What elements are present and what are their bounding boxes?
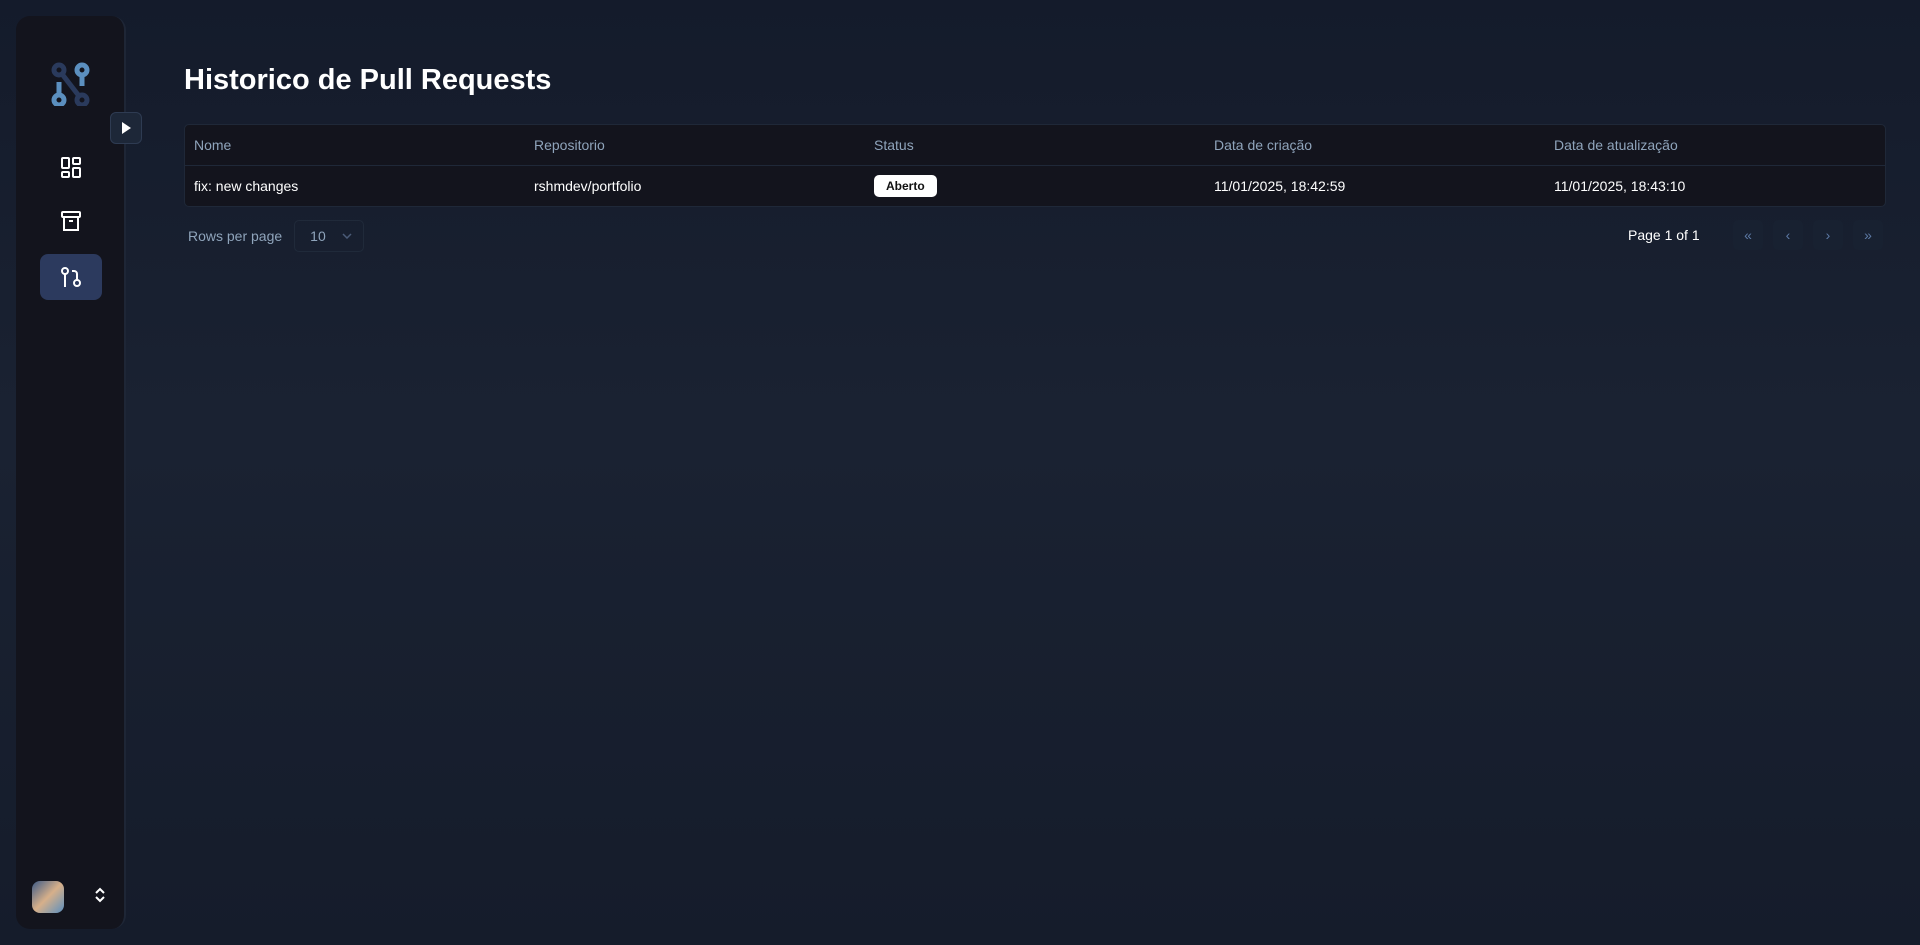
column-header: Status xyxy=(874,137,914,153)
rows-per-page-value: 10 xyxy=(310,228,326,244)
rows-per-page: Rows per page 10 xyxy=(188,220,365,252)
sidebar-toggle-button[interactable] xyxy=(110,112,142,144)
sidebar-item-dashboard[interactable] xyxy=(40,144,102,190)
page-info: Page 1 of 1 xyxy=(1628,227,1700,243)
last-page-button[interactable]: » xyxy=(1853,220,1883,250)
rows-per-page-label: Rows per page xyxy=(188,228,283,244)
play-icon xyxy=(122,122,131,134)
column-header: Data de atualização xyxy=(1554,137,1678,153)
pr-repository: rshmdev/portfolio xyxy=(534,178,642,194)
table-row[interactable]: fix: new changes rshmdev/portfolio Abert… xyxy=(185,166,1885,206)
previous-page-button[interactable]: ‹ xyxy=(1773,220,1803,250)
column-header: Nome xyxy=(194,137,232,153)
status-badge: Aberto xyxy=(874,175,937,197)
table-header: Nome Repositorio Status Data de criação … xyxy=(185,125,1885,166)
chevron-down-icon xyxy=(342,233,352,239)
user-menu-chevrons-icon[interactable] xyxy=(94,886,106,909)
logo-icon xyxy=(50,62,92,111)
user-avatar[interactable] xyxy=(32,881,64,913)
column-header: Repositorio xyxy=(534,137,605,153)
pr-name: fix: new changes xyxy=(194,178,299,194)
dashboard-icon xyxy=(61,157,81,178)
archive-icon xyxy=(61,211,81,231)
sidebar-item-pull-requests[interactable] xyxy=(40,254,102,300)
pull-requests-table: Nome Repositorio Status Data de criação … xyxy=(184,124,1886,207)
column-header: Data de criação xyxy=(1214,137,1313,153)
next-page-button[interactable]: › xyxy=(1813,220,1843,250)
git-pull-request-icon xyxy=(61,267,81,287)
sidebar xyxy=(16,16,142,929)
sidebar-item-archive[interactable] xyxy=(40,198,102,244)
page-title: Historico de Pull Requests xyxy=(184,64,552,96)
rows-per-page-select[interactable]: 10 xyxy=(294,220,365,252)
pr-updated: 11/01/2025, 18:43:10 xyxy=(1554,178,1686,194)
pr-created: 11/01/2025, 18:42:59 xyxy=(1214,178,1346,194)
first-page-button[interactable]: « xyxy=(1733,220,1763,250)
